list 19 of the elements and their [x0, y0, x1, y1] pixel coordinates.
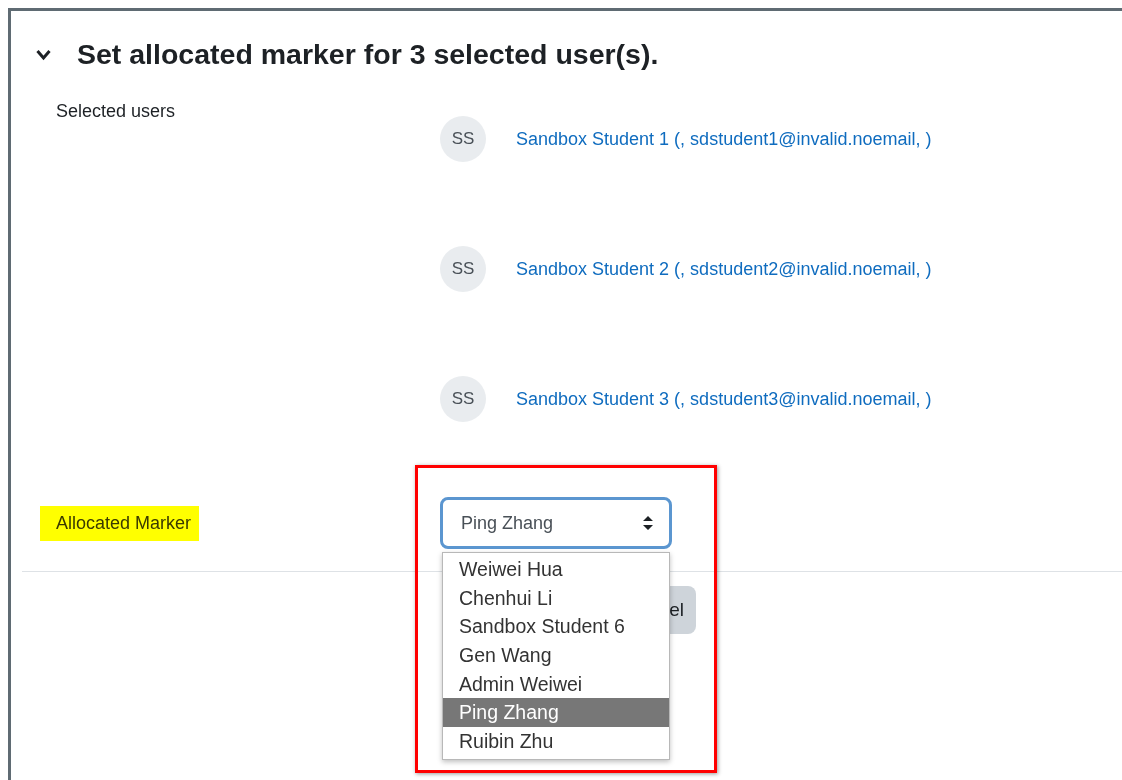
- dropdown-option[interactable]: Gen Wang: [443, 641, 669, 670]
- sort-caret-icon: [643, 516, 653, 530]
- user-avatar: SS: [440, 246, 486, 292]
- dropdown-option[interactable]: Weiwei Hua: [443, 555, 669, 584]
- user-link[interactable]: Sandbox Student 3 (, sdstudent3@invalid.noemail, ): [516, 388, 932, 410]
- field-label: Allocated Marker: [40, 505, 200, 541]
- field-label: Selected users: [56, 101, 176, 121]
- user-avatar: SS: [440, 376, 486, 422]
- chevron-icon[interactable]: [35, 48, 52, 61]
- user-link[interactable]: Sandbox Student 1 (, sdstudent1@invalid.noemail, ): [516, 128, 932, 150]
- user-link[interactable]: Sandbox Student 2 (, sdstudent2@invalid.noemail, ): [516, 258, 932, 280]
- dropdown-option[interactable]: Ruibin Zhu: [443, 727, 669, 756]
- user-avatar: SS: [440, 116, 486, 162]
- dropdown-option[interactable]: Admin Weiwei: [443, 669, 669, 699]
- dropdown-option[interactable]: Sandbox Student 6: [443, 612, 669, 642]
- marker-select[interactable]: Ping Zhang: [440, 497, 672, 549]
- section-title: Set allocated marker for 3 selected user(s).: [77, 38, 659, 71]
- dropdown-option[interactable]: Chenhui Li: [443, 583, 669, 613]
- dropdown-option[interactable]: Ping Zhang: [443, 698, 669, 728]
